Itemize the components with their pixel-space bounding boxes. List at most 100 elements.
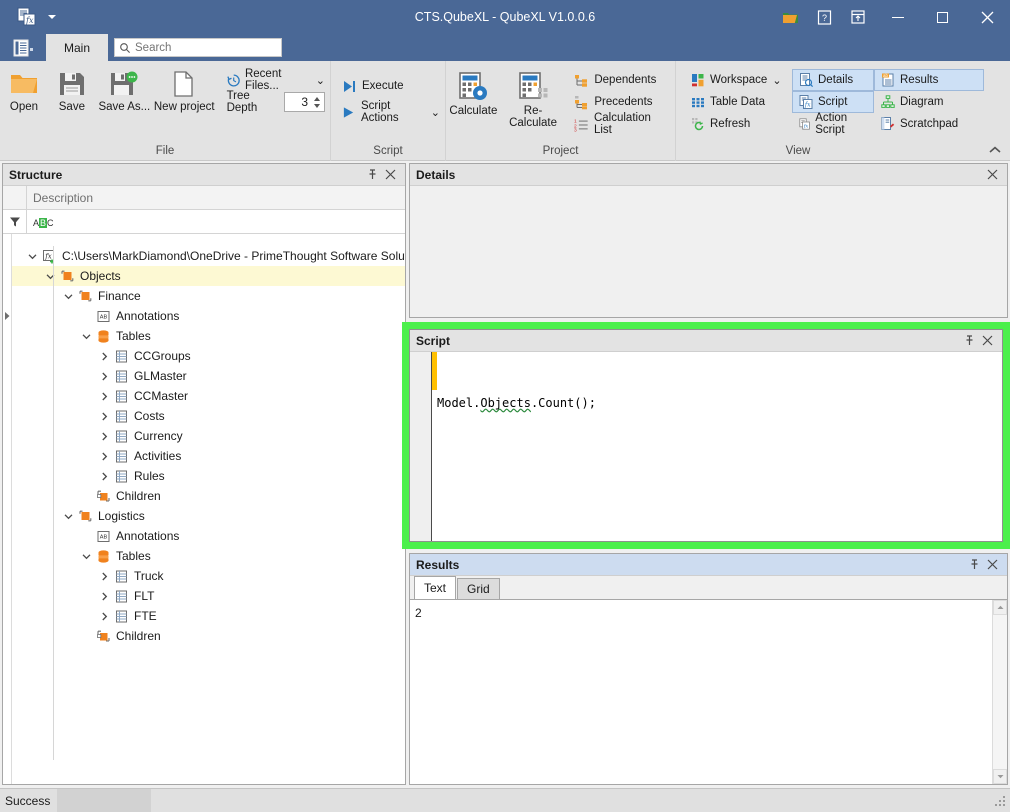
tree-depth-field[interactable]: Tree Depth 3 <box>222 91 330 113</box>
script-editor[interactable]: Model.Objects.Count(); <box>410 352 1002 541</box>
chevron-down-icon[interactable] <box>24 252 40 261</box>
save-as-button[interactable]: Save As... <box>96 65 153 113</box>
script-view-button[interactable]: fx Script <box>792 91 874 113</box>
tree-node-c-users-markdiamond-onedrive-primethought-software-solution[interactable]: fxC:\Users\MarkDiamond\OneDrive - PrimeT… <box>12 246 405 266</box>
chevron-right-icon[interactable] <box>96 372 112 381</box>
table-data-button[interactable]: Table Data <box>684 91 792 113</box>
tree-node-annotations[interactable]: ABAnnotations <box>12 306 405 326</box>
precedents-button[interactable]: Precedents <box>569 91 675 113</box>
results-text-output[interactable]: 2 <box>410 600 992 784</box>
chevron-right-icon[interactable] <box>96 352 112 361</box>
chevron-right-icon[interactable] <box>96 572 112 581</box>
chevron-down-icon[interactable] <box>60 292 76 301</box>
tree-node-tables[interactable]: Tables <box>12 546 405 566</box>
tree-node-logistics[interactable]: Logistics <box>12 506 405 526</box>
tree-node-fte[interactable]: FTE <box>12 606 405 626</box>
tree-node-annotations[interactable]: ABAnnotations <box>12 526 405 546</box>
tree-depth-stepper[interactable]: 3 <box>284 92 325 112</box>
calculation-list-button[interactable]: 1 2 3 Calculation List <box>569 113 675 135</box>
stepper-up-icon[interactable] <box>314 97 320 101</box>
chevron-right-icon[interactable] <box>96 432 112 441</box>
tree-node-rules[interactable]: Rules <box>12 466 405 486</box>
refresh-button[interactable]: Refresh <box>684 113 792 135</box>
save-button[interactable]: Save <box>48 65 96 113</box>
tree-node-objects[interactable]: Objects <box>12 266 405 286</box>
details-icon <box>799 73 813 87</box>
tree-node-children[interactable]: Children <box>12 626 405 646</box>
ribbon-collapse-button[interactable] <box>986 141 1004 159</box>
scratchpad-button[interactable]: Scratchpad <box>874 113 984 135</box>
dropdown-caret-icon[interactable] <box>44 3 60 31</box>
chevron-right-icon[interactable] <box>96 472 112 481</box>
calculate-button[interactable]: Calculate <box>446 65 501 117</box>
stepper-arrows[interactable] <box>312 97 324 108</box>
details-button[interactable]: Details <box>792 69 874 91</box>
tree-node-ccmaster[interactable]: CCMaster <box>12 386 405 406</box>
filter-input[interactable]: ABC <box>27 210 405 233</box>
table-grid-icon <box>112 369 130 384</box>
help-icon[interactable]: ? <box>807 0 841 34</box>
editor-text-area[interactable]: Model.Objects.Count(); <box>437 352 1002 541</box>
chevron-down-icon[interactable] <box>60 512 76 521</box>
re-calculate-button[interactable]: Re-Calculate <box>501 65 566 129</box>
tree-node-flt[interactable]: FLT <box>12 586 405 606</box>
tree-node-costs[interactable]: Costs <box>12 406 405 426</box>
execute-button[interactable]: Execute <box>337 73 445 99</box>
tree-node-children[interactable]: Children <box>12 486 405 506</box>
stepper-down-icon[interactable] <box>314 104 320 108</box>
chevron-right-icon[interactable] <box>96 392 112 401</box>
open-button[interactable]: Open <box>0 65 48 113</box>
tree-node-tables[interactable]: Tables <box>12 326 405 346</box>
chevron-right-icon[interactable] <box>96 592 112 601</box>
maximize-button[interactable] <box>920 0 965 34</box>
search-box[interactable] <box>114 38 282 57</box>
chevron-right-icon[interactable] <box>96 612 112 621</box>
pin-icon[interactable] <box>960 332 978 350</box>
resize-grip-icon[interactable] <box>993 794 1007 808</box>
document-list-icon[interactable] <box>0 34 46 61</box>
tree-node-activities[interactable]: Activities <box>12 446 405 466</box>
script-actions-button[interactable]: Script Actions ⌄ <box>337 99 445 125</box>
tree-node-currency[interactable]: Currency <box>12 426 405 446</box>
results-title-label: Results <box>416 558 459 572</box>
recent-files-button[interactable]: Recent Files... ⌄ <box>222 69 330 91</box>
pin-icon[interactable] <box>363 166 381 184</box>
action-script-button[interactable]: fx Action Script <box>792 113 874 135</box>
minimize-button[interactable] <box>875 0 920 34</box>
structure-filter-row[interactable]: ABC <box>3 210 405 234</box>
window-layout-icon[interactable] <box>841 0 875 34</box>
scroll-down-icon[interactable] <box>993 769 1007 784</box>
tree-node-ccgroups[interactable]: CCGroups <box>12 346 405 366</box>
workspace-button[interactable]: Workspace ⌄ <box>684 69 792 91</box>
tab-main[interactable]: Main <box>46 34 108 61</box>
chevron-down-icon[interactable] <box>42 272 58 281</box>
tab-grid[interactable]: Grid <box>457 578 500 599</box>
chevron-right-icon[interactable] <box>96 452 112 461</box>
search-input[interactable] <box>135 42 265 54</box>
pin-icon[interactable] <box>965 556 983 574</box>
chevron-right-icon[interactable] <box>96 412 112 421</box>
description-column-header[interactable]: Description <box>27 186 405 209</box>
app-logo-icon[interactable]: fx <box>10 3 44 31</box>
results-scrollbar[interactable] <box>992 600 1007 784</box>
close-icon[interactable] <box>983 556 1001 574</box>
dependents-button[interactable]: Dependents <box>569 69 675 91</box>
close-icon[interactable] <box>978 332 996 350</box>
close-icon[interactable] <box>983 166 1001 184</box>
diagram-button[interactable]: Diagram <box>874 91 984 113</box>
filter-funnel-icon[interactable] <box>3 210 27 233</box>
close-icon[interactable] <box>381 166 399 184</box>
tab-text[interactable]: Text <box>414 576 456 599</box>
open-folder-icon[interactable] <box>773 0 807 34</box>
tree-node-truck[interactable]: Truck <box>12 566 405 586</box>
tree-node-glmaster[interactable]: GLMaster <box>12 366 405 386</box>
results-button[interactable]: ab Results <box>874 69 984 91</box>
tree-node-finance[interactable]: Finance <box>12 286 405 306</box>
close-button[interactable] <box>965 0 1010 34</box>
scroll-up-icon[interactable] <box>993 600 1007 615</box>
tree-node-label: GLMaster <box>134 369 187 383</box>
new-project-button[interactable]: New project <box>153 65 216 113</box>
row-expander-objects[interactable] <box>3 306 11 326</box>
chevron-down-icon[interactable] <box>78 552 94 561</box>
chevron-down-icon[interactable] <box>78 332 94 341</box>
